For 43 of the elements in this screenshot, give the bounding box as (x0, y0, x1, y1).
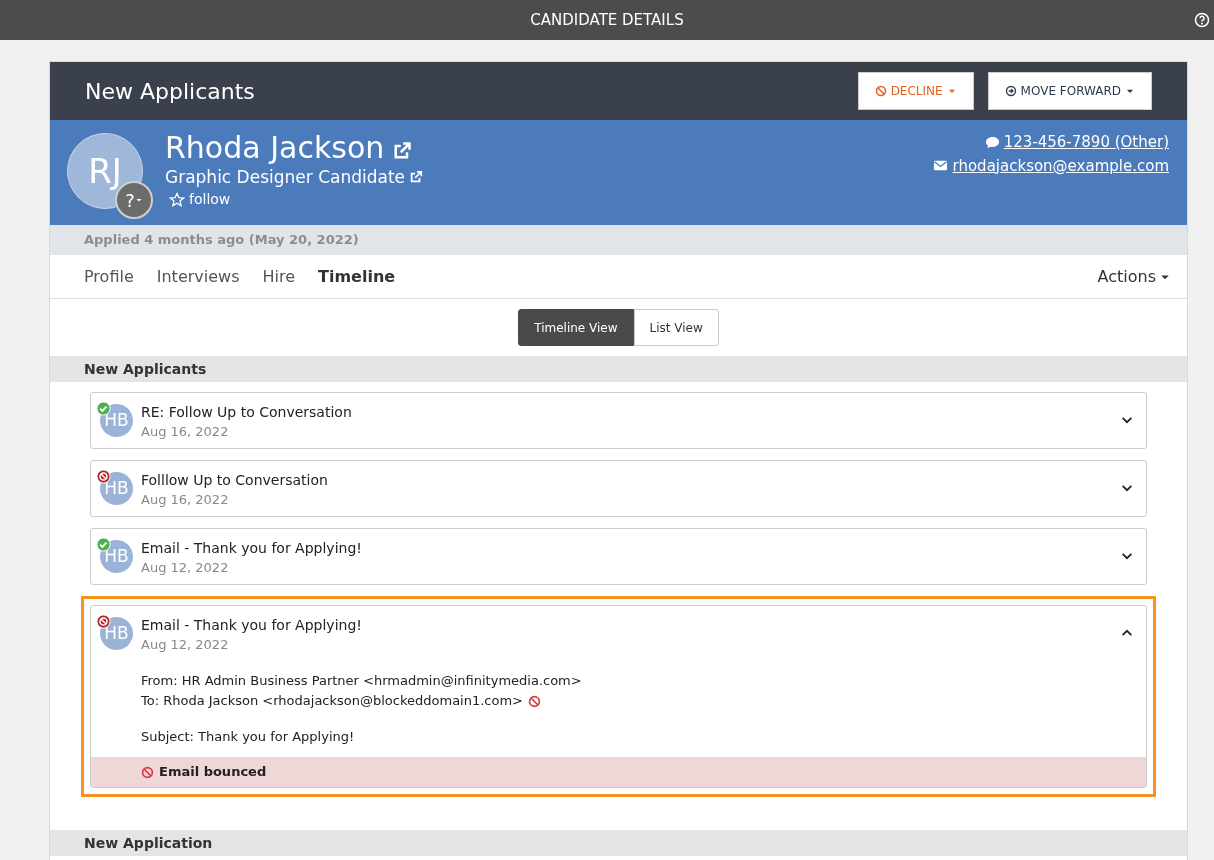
tab[interactable]: Timeline (318, 264, 396, 289)
position-title: Graphic Designer Candidate (165, 166, 406, 189)
view-toggle-button[interactable]: List View (633, 309, 719, 346)
item-title: Email - Thank you for Applying! (141, 616, 363, 635)
item-date: Aug 12, 2022 (141, 636, 230, 654)
arrow-circle-icon (1004, 85, 1017, 97)
candidate-name: Rhoda Jackson (165, 131, 385, 165)
section-header: New Applicants (84, 359, 207, 379)
view-toggle-button[interactable]: Timeline View (518, 309, 634, 346)
chat-icon (984, 134, 1000, 150)
item-title: Email - Thank you for Applying! (141, 539, 363, 558)
tab[interactable]: Profile (84, 264, 134, 289)
item-title: RE: Follow Up to Conversation (141, 403, 353, 422)
email-to: To: Rhoda Jackson <rhodajackson@blockeddomain1.com> (141, 692, 523, 710)
email-subject: Subject: Thank you for Applying! (141, 728, 356, 746)
item-date: Aug 12, 2022 (141, 559, 230, 577)
timeline-item[interactable]: HB Folllow Up to Conversation Aug 16, 2022 (90, 460, 1147, 517)
move-forward-button[interactable]: MOVE FORWARD (987, 72, 1152, 110)
item-date: Aug 16, 2022 (141, 423, 230, 441)
help-icon[interactable] (1194, 12, 1210, 28)
bounce-message: Email bounced (159, 763, 267, 782)
item-title: Folllow Up to Conversation (141, 471, 329, 490)
phone-link[interactable]: 123-456-7890 (Other) (1003, 131, 1169, 154)
applied-date: Applied 4 months ago (May 20, 2022) (84, 231, 359, 250)
email-from: From: HR Admin Business Partner <hrmadmin@infinitymedia.com> (141, 672, 583, 690)
caret-icon (134, 196, 143, 204)
follow-button[interactable]: follow (169, 189, 424, 210)
email-link[interactable]: rhodajackson@example.com (952, 154, 1169, 177)
section-header: New Application (84, 833, 213, 853)
stage-title: New Applicants (85, 77, 255, 106)
timeline-item[interactable]: HB Email - Thank you for Applying! Aug 12, 2022 (90, 528, 1147, 585)
tab[interactable]: Interviews (156, 264, 240, 289)
tab[interactable]: Hire (262, 264, 296, 289)
decline-button[interactable]: DECLINE (857, 72, 974, 110)
blocked-icon (141, 765, 154, 779)
external-link-icon[interactable] (392, 141, 413, 161)
window-title: CANDIDATE DETAILS (530, 9, 684, 31)
ban-icon (874, 85, 887, 97)
item-date: Aug 16, 2022 (141, 491, 230, 509)
star-icon (169, 191, 185, 208)
actions-menu[interactable]: Actions (1097, 264, 1171, 289)
external-link-icon[interactable] (409, 170, 424, 184)
timeline-item[interactable]: HB RE: Follow Up to Conversation Aug 16, 2022 (90, 392, 1147, 449)
